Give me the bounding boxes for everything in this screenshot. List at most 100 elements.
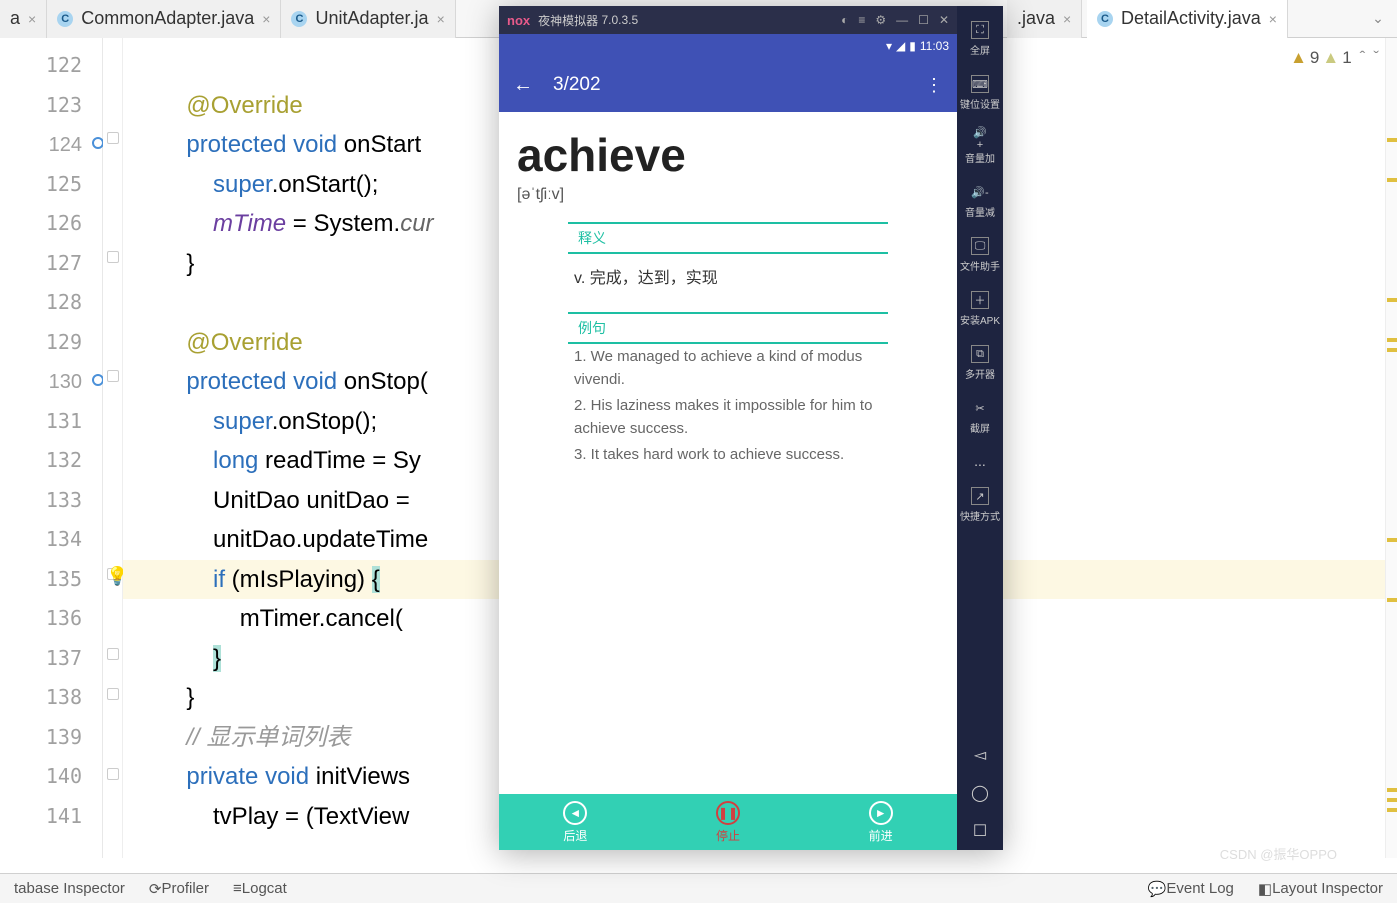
menu-icon[interactable]: ≡ <box>858 13 865 27</box>
database-inspector-tool[interactable]: tabase Inspector <box>14 880 125 897</box>
tabs-overflow[interactable]: ⌄ <box>1363 10 1393 27</box>
overflow-menu-icon[interactable]: ⋮ <box>925 75 943 96</box>
logcat-tool[interactable]: ≡ Logcat <box>233 880 287 897</box>
close-icon[interactable]: × <box>262 11 270 27</box>
line-number: 137 <box>0 639 102 679</box>
line-number: 126 <box>0 204 102 244</box>
next-button[interactable]: ►前进 <box>804 794 957 850</box>
line-number: 135 <box>0 560 102 600</box>
tab-unit-adapter[interactable]: CUnitAdapter.ja× <box>281 0 455 38</box>
line-number: 128 <box>0 283 102 323</box>
pause-icon: ❚❚ <box>716 801 740 825</box>
fold-toggle[interactable] <box>107 132 119 144</box>
apk-icon: ＋ <box>971 291 989 309</box>
multi-icon: ⧉ <box>971 345 989 363</box>
android-back-button[interactable]: ◅ <box>974 745 986 765</box>
close-icon[interactable]: × <box>28 11 36 27</box>
error-stripe[interactable] <box>1385 38 1397 858</box>
tab-detail-activity[interactable]: CDetailActivity.java× <box>1087 0 1288 38</box>
fold-toggle[interactable] <box>107 688 119 700</box>
prev-icon: ◄ <box>563 801 587 825</box>
file-helper-button[interactable]: 🖵文件助手 <box>960 237 1000 273</box>
app-content[interactable]: achieve [əˈtʃiːv] 释义 v. 完成，达到，实现 例句 1. W… <box>499 112 957 794</box>
fold-toggle[interactable] <box>107 251 119 263</box>
next-highlight[interactable]: ˇ <box>1373 48 1379 68</box>
line-number: 132 <box>0 441 102 481</box>
android-statusbar: ▾ ◢ ▮ 11:03 <box>499 34 957 58</box>
nox-logo: nox <box>507 13 530 28</box>
help-icon[interactable]: ◐ <box>841 13 848 27</box>
class-icon: C <box>291 11 307 27</box>
volume-down-icon: 🔊- <box>971 183 989 201</box>
wifi-icon: ▾ <box>886 39 892 53</box>
volume-down-button[interactable]: 🔊-音量减 <box>965 183 995 219</box>
volume-up-icon: 🔊+ <box>971 129 989 147</box>
line-number: 129 <box>0 323 102 363</box>
back-arrow-icon[interactable]: ← <box>513 74 533 97</box>
line-number: 140 <box>0 757 102 797</box>
line-number: 124 <box>0 125 102 165</box>
line-number: 139 <box>0 718 102 758</box>
weak-warning-icon: ▲ <box>1322 48 1339 68</box>
emulator-sidebar: ⛶全屏 ⌨键位设置 🔊+音量加 🔊-音量减 🖵文件助手 ＋安装APK ⧉多开器 … <box>957 6 1003 850</box>
install-apk-button[interactable]: ＋安装APK <box>960 291 1000 327</box>
tab-a[interactable]: a× <box>0 0 47 38</box>
multi-instance-button[interactable]: ⧉多开器 <box>965 345 995 381</box>
home-icon: ◯ <box>971 783 989 803</box>
section-examples-header: 例句 <box>568 312 888 344</box>
tab-java-partial[interactable]: .java× <box>1007 0 1082 38</box>
volume-up-button[interactable]: 🔊+音量加 <box>965 129 995 165</box>
example-sentence: 2. His laziness makes it impossible for … <box>568 393 888 442</box>
android-recents-button[interactable]: ☐ <box>973 821 987 841</box>
minimize-icon[interactable]: — <box>896 13 908 27</box>
toolbar-title: 3/202 <box>553 74 925 96</box>
event-log-tool[interactable]: 💬 Event Log <box>1148 880 1234 898</box>
tab-common-adapter[interactable]: CCommonAdapter.java× <box>47 0 281 38</box>
settings-icon[interactable]: ⚙ <box>875 13 886 27</box>
android-home-button[interactable]: ◯ <box>971 783 989 803</box>
keyboard-icon: ⌨ <box>971 75 989 93</box>
close-icon[interactable]: × <box>437 11 445 27</box>
close-icon[interactable]: ✕ <box>939 13 949 27</box>
battery-icon: ▮ <box>909 39 916 53</box>
emulator-window: nox 夜神模拟器 7.0.3.5 ◐ ≡ ⚙ — ☐ ✕ ▾ ◢ ▮ 11:0… <box>499 6 1003 850</box>
line-number: 123 <box>0 86 102 126</box>
line-number: 122 <box>0 46 102 86</box>
warning-icon: ▲ <box>1290 48 1307 68</box>
fold-toggle[interactable] <box>107 768 119 780</box>
fold-toggle[interactable] <box>107 370 119 382</box>
recents-icon: ☐ <box>973 821 987 841</box>
layout-inspector-tool[interactable]: ◧ Layout Inspector <box>1258 880 1383 898</box>
line-number: 131 <box>0 402 102 442</box>
screenshot-button[interactable]: ✂截屏 <box>970 399 990 435</box>
profiler-tool[interactable]: ⟳ Profiler <box>149 880 209 898</box>
example-sentence: 1. We managed to achieve a kind of modus… <box>568 344 888 393</box>
stop-button[interactable]: ❚❚停止 <box>652 794 805 850</box>
line-gutter: 122 123 124 125 126 127 128 129 130 131 … <box>0 38 103 858</box>
line-number: 141 <box>0 797 102 837</box>
player-bar: ◄后退 ❚❚停止 ►前进 <box>499 794 957 850</box>
back-icon: ◅ <box>974 745 986 765</box>
more-button[interactable]: ... <box>974 453 986 469</box>
fullscreen-button[interactable]: ⛶全屏 <box>970 21 990 57</box>
signal-icon: ◢ <box>896 39 905 53</box>
fullscreen-icon: ⛶ <box>971 21 989 39</box>
monitor-icon: 🖵 <box>971 237 989 255</box>
line-number: 133 <box>0 481 102 521</box>
shortcut-button[interactable]: ↗快捷方式 <box>960 487 1000 523</box>
watermark: CSDN @振华OPPO <box>1220 844 1337 863</box>
word-title: achieve <box>517 128 939 182</box>
prev-highlight[interactable]: ˆ <box>1360 48 1366 68</box>
close-icon[interactable]: × <box>1269 11 1277 27</box>
line-number: 134 <box>0 520 102 560</box>
emulator-titlebar[interactable]: nox 夜神模拟器 7.0.3.5 ◐ ≡ ⚙ — ☐ ✕ <box>499 6 957 34</box>
line-number: 127 <box>0 244 102 284</box>
section-definition-header: 释义 <box>568 222 888 254</box>
maximize-icon[interactable]: ☐ <box>918 13 929 27</box>
class-icon: C <box>1097 11 1113 27</box>
close-icon[interactable]: × <box>1063 11 1071 27</box>
definition-text: v. 完成，达到，实现 <box>568 254 888 298</box>
keymap-button[interactable]: ⌨键位设置 <box>960 75 1000 111</box>
prev-button[interactable]: ◄后退 <box>499 794 652 850</box>
fold-toggle[interactable] <box>107 648 119 660</box>
